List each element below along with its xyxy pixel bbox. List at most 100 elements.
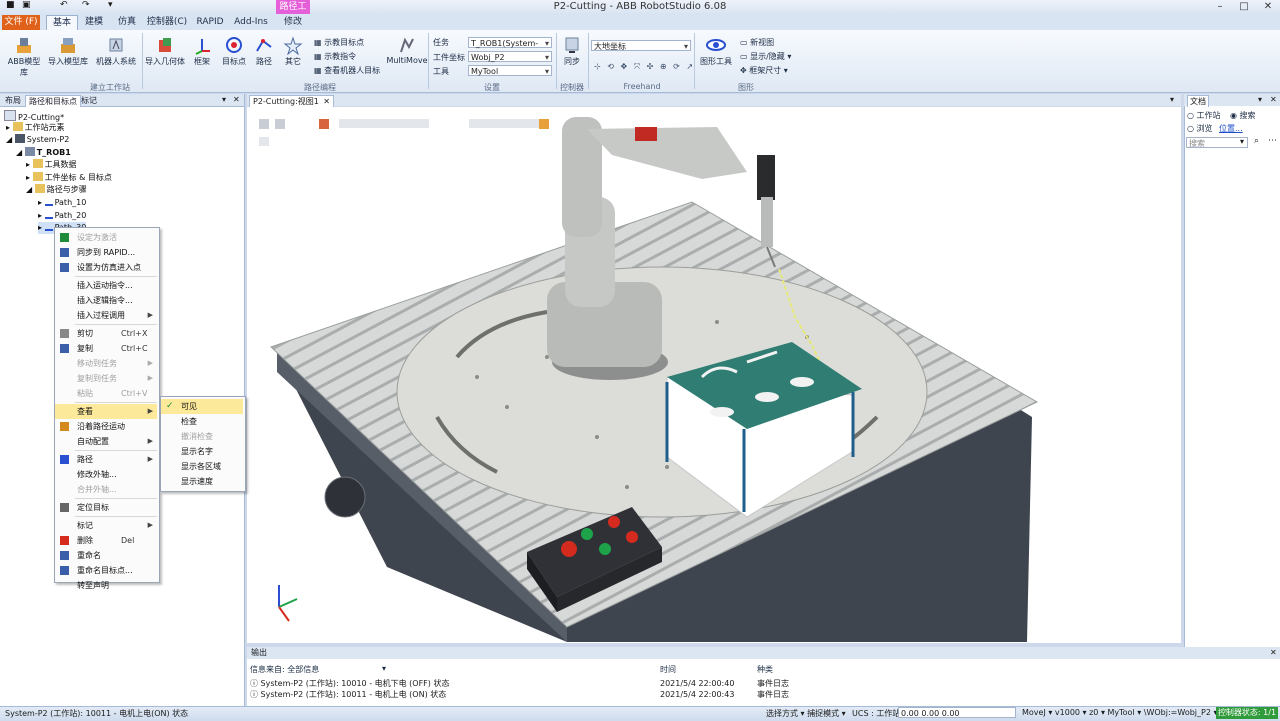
tree-station[interactable]: P2-Cutting* <box>4 110 64 122</box>
tree-paths-procedures[interactable]: ◢ 路径与步骤 <box>26 184 87 196</box>
submenu-item[interactable]: 显示各区域 <box>161 459 243 474</box>
context-menu-item[interactable]: 自动配置 ▶ <box>55 434 157 449</box>
import-library-button[interactable]: 导入模型库 <box>46 35 90 67</box>
teach-target-button[interactable]: ▦ 示教目标点 <box>314 37 364 48</box>
context-menu-item[interactable]: 设置为仿真进入点 <box>55 260 157 275</box>
coordinate-system-combo[interactable]: 大地坐标 <box>591 40 691 52</box>
submenu-item[interactable]: 显示速度 <box>161 474 243 489</box>
tool-combo[interactable]: MyTool <box>468 65 552 77</box>
context-menu-item[interactable]: 同步到 RAPID... <box>55 245 157 260</box>
search-icon[interactable]: ⌕ <box>1254 136 1259 146</box>
ucs-indicator[interactable]: UCS : 工作站 <box>852 708 900 719</box>
scene-3d[interactable] <box>247 107 1181 643</box>
tab-modeling[interactable]: 建模 <box>80 15 108 30</box>
output-filter-dropdown-icon[interactable]: ▾ <box>382 664 386 673</box>
teach-instruction-button[interactable]: ▦ 示教指令 <box>314 51 356 62</box>
output-filter[interactable]: 信息来自: 全部信息 <box>250 664 319 675</box>
jog-parameters[interactable]: MoveJ ▾ v1000 ▾ z0 ▾ MyTool ▾ \WObj:=Wob… <box>1022 708 1218 717</box>
emergency-stop-button[interactable] <box>561 541 577 557</box>
submenu-item[interactable]: 可见 ✓ <box>161 399 243 414</box>
maximize-button[interactable]: □ <box>1232 0 1256 14</box>
wobj-combo[interactable]: Wobj_P2 <box>468 51 552 63</box>
view-toolbar[interactable] <box>259 119 549 146</box>
context-menu-item[interactable]: 转至声明 <box>55 578 157 593</box>
context-menu-item[interactable]: 复制 Ctrl+C <box>55 341 157 356</box>
tab-tags[interactable]: 标记 <box>78 95 100 106</box>
tab-view1[interactable]: P2-Cutting:视图1 ✕ <box>249 95 334 107</box>
task-combo[interactable]: T_ROB1(System-P2) <box>468 37 552 59</box>
location-link[interactable]: 位置... <box>1219 123 1243 134</box>
output-close-icon[interactable]: ✕ <box>1270 648 1277 657</box>
viewport-dropdown-icon[interactable]: ▾ <box>1170 95 1174 104</box>
import-geometry-button[interactable]: 导入几何体 <box>144 35 186 67</box>
coordinate-readout[interactable]: 0.00 0.00 0.00 <box>898 707 1016 718</box>
multimove-button[interactable]: MultiMove <box>386 35 428 65</box>
select-snap-mode[interactable]: 选择方式 ▾ 捕捉模式 ▾ <box>766 708 846 719</box>
tab-layout[interactable]: 布局 <box>2 95 24 106</box>
show-hide-button[interactable]: ▭ 显示/隐藏 ▾ <box>740 51 791 62</box>
submenu-item[interactable]: 检查 <box>161 414 243 429</box>
tab-controller[interactable]: 控制器(C) <box>146 15 188 30</box>
context-menu-item[interactable]: 定位目标 <box>55 500 157 515</box>
abb-library-button[interactable]: ABB模型库 <box>4 35 44 78</box>
tree-system[interactable]: ◢ System-P2 <box>6 134 69 146</box>
tab-simulation[interactable]: 仿真 <box>112 15 142 30</box>
output-row[interactable]: ⓘ System-P2 (工作站): 10010 - 电机下电 (OFF) 状态 <box>250 678 449 689</box>
tree-tool-data[interactable]: ▸ 工具数据 <box>26 159 77 171</box>
context-menu-item[interactable]: 插入运动指令... <box>55 278 157 293</box>
documents-search-input[interactable]: 搜索 <box>1186 137 1248 148</box>
panel-close-icon[interactable]: ✕ <box>233 95 240 104</box>
frame-button[interactable]: 框架 <box>188 35 216 67</box>
context-menu-item[interactable]: 重命名 <box>55 548 157 563</box>
other-button[interactable]: 其它 <box>280 35 306 67</box>
sync-button[interactable]: 同步 <box>558 35 586 67</box>
context-menu-item[interactable]: 路径 ▶ <box>55 452 157 467</box>
minimize-button[interactable]: – <box>1208 0 1232 14</box>
3d-viewport[interactable] <box>247 107 1181 643</box>
documents-close-icon[interactable]: ✕ <box>1270 95 1277 104</box>
context-menu-item[interactable]: 删除 Del <box>55 533 157 548</box>
close-window-button[interactable]: ✕ <box>1256 0 1280 14</box>
documents-dropdown-icon[interactable]: ▾ <box>1258 95 1262 104</box>
tree-path-10[interactable]: ▸ Path_10 <box>38 197 86 209</box>
green-button[interactable] <box>599 543 611 555</box>
red-button[interactable] <box>626 531 638 543</box>
context-menu-item[interactable]: 插入过程调用 ▶ <box>55 308 157 323</box>
output-row[interactable]: ⓘ System-P2 (工作站): 10011 - 电机上电 (ON) 状态 <box>250 689 446 700</box>
tree-path-20[interactable]: ▸ Path_20 <box>38 210 86 222</box>
tree-task[interactable]: ◢ T_ROB1 <box>16 147 71 159</box>
documents-tab[interactable]: 文档 <box>1187 95 1209 107</box>
radio-search[interactable]: ◉ 搜索 <box>1230 110 1256 121</box>
freehand-tools-icon-row[interactable]: ⊹ ⟲ ✥ ⤧ ✣ ⊕ ⟳ ↗ <box>594 62 695 72</box>
panel-dropdown-icon[interactable]: ▾ <box>222 95 226 104</box>
tree-station-elements[interactable]: ▸ 工作站元素 <box>6 122 65 134</box>
radio-browse[interactable]: ○ 浏览 <box>1187 123 1213 134</box>
new-view-button[interactable]: ▭ 新视图 <box>740 37 774 48</box>
context-menu-item[interactable]: 查看 ▶ <box>55 404 157 419</box>
context-menu-item[interactable]: 沿着路径运动 <box>55 419 157 434</box>
frame-size-button[interactable]: ✥ 框架尺寸 ▾ <box>740 65 788 76</box>
context-menu-item[interactable]: 剪切 Ctrl+X <box>55 326 157 341</box>
tab-addins[interactable]: Add-Ins <box>232 15 270 30</box>
close-view-icon[interactable]: ✕ <box>323 96 330 107</box>
red-button[interactable] <box>608 516 620 528</box>
path-button[interactable]: 路径 <box>250 35 278 67</box>
context-menu-item[interactable]: 标记 ▶ <box>55 518 157 533</box>
context-menu-item[interactable]: 插入逻辑指令... <box>55 293 157 308</box>
tab-modify[interactable]: 修改 <box>280 15 306 30</box>
search-options-icon[interactable]: ⋯ <box>1268 136 1277 146</box>
green-button[interactable] <box>581 528 593 540</box>
context-menu-item[interactable]: 重命名目标点... <box>55 563 157 578</box>
search-dropdown-icon[interactable]: ▾ <box>1240 137 1244 146</box>
view-robot-target-button[interactable]: ▦ 查看机器人目标 <box>314 65 380 76</box>
graphics-tools-button[interactable]: 图形工具 <box>697 35 735 67</box>
target-button[interactable]: 目标点 <box>220 35 248 67</box>
radio-station[interactable]: ○ 工作站 <box>1187 110 1221 121</box>
robot-system-button[interactable]: 机器人系统 <box>94 35 138 67</box>
tab-paths-and-targets[interactable]: 路径和目标点 <box>25 95 81 107</box>
tab-file[interactable]: 文件 (F) <box>2 15 40 30</box>
tree-wobj-targets[interactable]: ▸ 工件坐标 & 目标点 <box>26 172 112 184</box>
tab-home[interactable]: 基本 <box>46 15 78 30</box>
tab-rapid[interactable]: RAPID <box>194 15 226 30</box>
context-menu-item[interactable]: 修改外轴... <box>55 467 157 482</box>
